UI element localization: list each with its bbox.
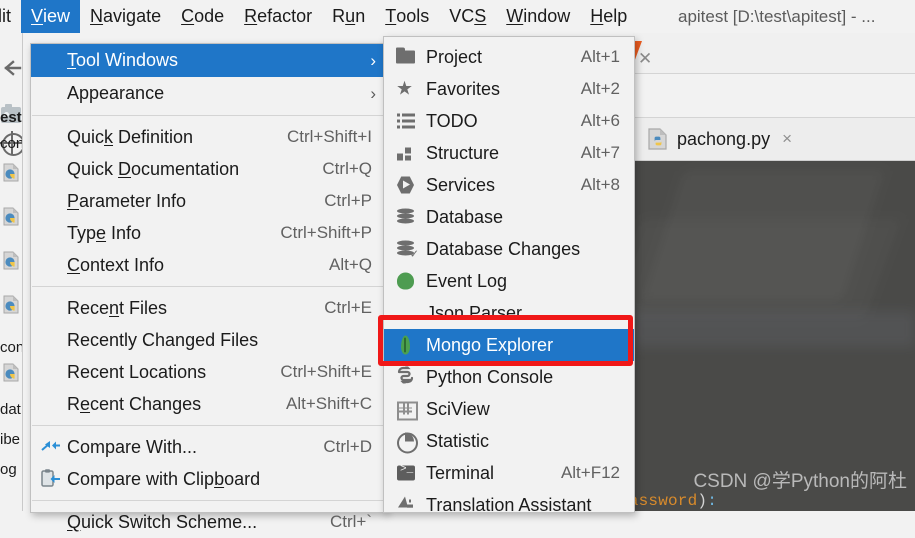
csdn-watermark: CSDN @学Python的阿杜 xyxy=(693,471,907,492)
window-title: apitest [D:\test\apitest] - ... xyxy=(678,6,876,26)
compare-clipboard-icon xyxy=(41,469,61,489)
python-file-icon[interactable] xyxy=(3,295,20,314)
tree-fragment[interactable]: con xyxy=(0,339,22,356)
menu-item-compare-with-clipboard[interactable]: Compare with Clipboard xyxy=(31,463,386,495)
submenu-item-event-log[interactable]: Event Log xyxy=(384,265,634,297)
tab-pachong-py[interactable]: pachong.py × xyxy=(639,118,800,160)
submenu-item-terminal[interactable]: Terminal Alt+F12 xyxy=(384,457,634,489)
back-arrow-icon[interactable] xyxy=(2,59,22,77)
services-play-icon xyxy=(396,175,417,196)
editor-secondary-toolbar xyxy=(633,74,915,118)
menubar-item-vcs[interactable]: VC S xyxy=(439,0,496,33)
python-file-icon[interactable] xyxy=(3,251,20,270)
close-marker-icon[interactable]: ✕ xyxy=(638,49,652,69)
submenu-item-database[interactable]: Database xyxy=(384,201,634,233)
menubar-item-navigate[interactable]: Navigate xyxy=(80,0,171,33)
submenu-item-python-console[interactable]: Python Console xyxy=(384,361,634,393)
tool-windows-submenu-popup[interactable]: Project Alt+1 ★ Favorites Alt+2 TODO Alt… xyxy=(383,36,635,515)
folder-icon xyxy=(396,47,417,68)
mongo-leaf-icon xyxy=(396,335,417,356)
menu-item-recent-files[interactable]: Recent Files Ctrl+E xyxy=(31,292,386,324)
close-icon[interactable]: × xyxy=(782,129,792,149)
decor-shape-2 xyxy=(633,219,901,319)
spellcheck-squiggle xyxy=(0,129,22,132)
menu-item-tool-windows[interactable]: Tool Windows › xyxy=(31,44,386,77)
menubar-item-refactor[interactable]: Refactor xyxy=(234,0,322,33)
menu-item-quick-definition[interactable]: Quick Definition Ctrl+Shift+I xyxy=(31,121,386,153)
chevron-right-icon: › xyxy=(370,83,376,103)
menu-separator xyxy=(32,500,385,501)
python-console-icon xyxy=(396,365,417,388)
menu-item-appearance[interactable]: Appearance › xyxy=(31,77,386,110)
menu-item-compare-with[interactable]: Compare With... Ctrl+D xyxy=(31,431,386,463)
menubar-item-tools[interactable]: Tools xyxy=(375,0,439,33)
database-changes-icon: ✓ xyxy=(396,239,419,261)
menubar-item-view[interactable]: View xyxy=(21,0,81,33)
tree-fragment[interactable]: ibe xyxy=(0,431,22,448)
submenu-item-mongo-explorer[interactable]: Mongo Explorer xyxy=(384,329,634,361)
menu-item-recently-changed-files[interactable]: Recently Changed Files xyxy=(31,324,386,356)
statistic-pie-icon xyxy=(396,431,418,454)
structure-icon xyxy=(396,143,417,164)
chevron-right-icon: › xyxy=(370,50,376,70)
menubar-item-help[interactable]: Help xyxy=(580,0,637,33)
menu-item-quick-documentation[interactable]: Quick Documentation Ctrl+Q xyxy=(31,153,386,185)
python-file-icon[interactable] xyxy=(3,363,20,382)
menu-item-recent-locations[interactable]: Recent Locations Ctrl+Shift+E xyxy=(31,356,386,388)
menu-item-recent-changes[interactable]: Recent Changes Alt+Shift+C xyxy=(31,388,386,420)
menubar-item-run[interactable]: Run xyxy=(322,0,375,33)
menubar-item-code[interactable]: Code xyxy=(171,0,234,33)
tree-fragment[interactable]: con xyxy=(0,135,22,152)
decor-shape-3 xyxy=(633,311,915,347)
compare-icon xyxy=(41,437,61,457)
tree-fragment[interactable]: dat xyxy=(0,401,22,418)
project-tree-strip[interactable]: est con con dat ibe og xyxy=(0,33,23,511)
menu-item-type-info[interactable]: Type Info Ctrl+Shift+P xyxy=(31,217,386,249)
sciview-grid-icon xyxy=(396,399,418,421)
code-editor-area[interactable]: CSDN @学Python的阿杜 password): xyxy=(633,161,915,511)
menu-separator xyxy=(32,115,385,116)
menu-separator xyxy=(32,286,385,287)
star-icon: ★ xyxy=(396,78,414,100)
submenu-item-translation-assistant[interactable]: Translation Assistant xyxy=(384,489,634,521)
submenu-item-database-changes[interactable]: ✓ Database Changes xyxy=(384,233,634,265)
submenu-item-structure[interactable]: Structure Alt+7 xyxy=(384,137,634,169)
submenu-item-todo[interactable]: TODO Alt+6 xyxy=(384,105,634,137)
tab-label: pachong.py xyxy=(677,128,771,149)
todo-list-icon xyxy=(396,111,417,132)
terminal-icon xyxy=(396,463,417,484)
tree-fragment[interactable]: est xyxy=(0,109,22,126)
python-file-icon[interactable] xyxy=(3,163,20,182)
submenu-item-services[interactable]: Services Alt+8 xyxy=(384,169,634,201)
menu-separator xyxy=(32,425,385,426)
translation-icon xyxy=(396,495,417,516)
menu-item-context-info[interactable]: Context Info Alt+Q xyxy=(31,249,386,281)
event-log-icon xyxy=(396,271,417,292)
menubar-item-window[interactable]: Window xyxy=(496,0,580,33)
menubar-item-edit[interactable]: dit xyxy=(0,0,21,33)
code-text-line: password): xyxy=(633,492,718,510)
editor-pane: ✕ pachong.py × CSDN @学Python的阿杜 assword)… xyxy=(633,33,915,511)
python-file-icon xyxy=(647,127,669,151)
database-icon xyxy=(396,207,417,228)
submenu-item-project[interactable]: Project Alt+1 xyxy=(384,41,634,73)
python-file-icon[interactable] xyxy=(3,207,20,226)
submenu-item-favorites[interactable]: ★ Favorites Alt+2 xyxy=(384,73,634,105)
view-menu-popup[interactable]: Tool Windows › Appearance › Quick Defini… xyxy=(30,43,387,532)
tree-fragment[interactable]: og xyxy=(0,461,22,478)
submenu-item-sciview[interactable]: SciView xyxy=(384,393,634,425)
submenu-item-statistic[interactable]: Statistic xyxy=(384,425,634,457)
editor-toolbar: ✕ xyxy=(633,33,915,74)
submenu-item-json-parser[interactable]: Json Parser xyxy=(384,297,634,329)
editor-tabstrip: pachong.py × xyxy=(633,118,915,161)
menu-item-parameter-info[interactable]: Parameter Info Ctrl+P xyxy=(31,185,386,217)
